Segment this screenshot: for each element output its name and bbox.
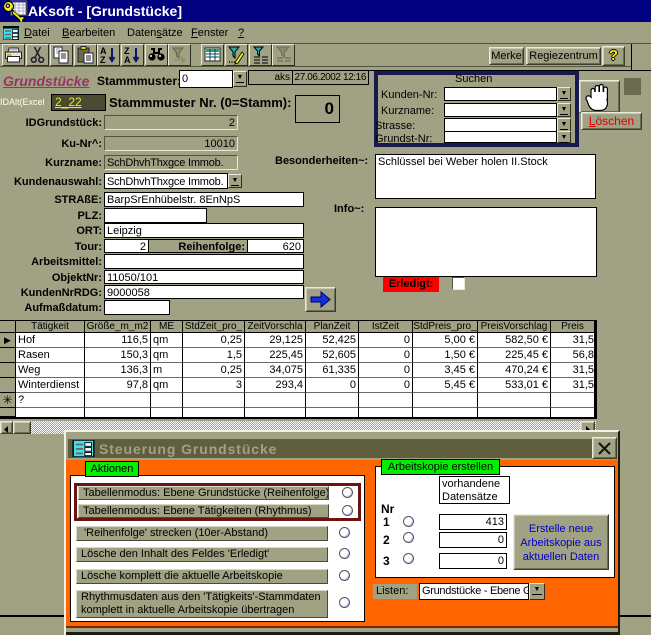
- svg-text:Z: Z: [100, 55, 106, 65]
- svg-text:A: A: [124, 55, 131, 65]
